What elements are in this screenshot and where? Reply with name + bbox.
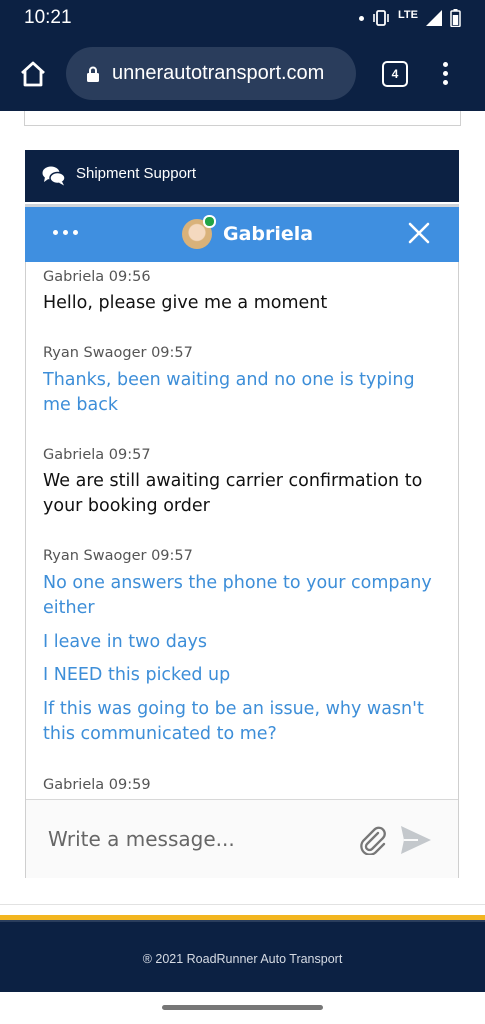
battery-icon bbox=[450, 9, 461, 27]
send-icon[interactable] bbox=[400, 825, 432, 855]
agent-name: Gabriela bbox=[223, 223, 314, 245]
message-composer: Write a message... bbox=[26, 799, 458, 878]
network-type: LTE bbox=[398, 9, 418, 21]
close-icon[interactable] bbox=[407, 221, 431, 245]
status-bar: 10:21 LTE bbox=[0, 0, 485, 36]
tab-switcher-button[interactable]: 4 bbox=[382, 61, 408, 87]
visitor-message: If this was going to be an issue, why wa… bbox=[43, 699, 424, 744]
message-list[interactable]: Gabriela 09:56 Hello, please give me a m… bbox=[43, 262, 443, 798]
support-title: Shipment Support bbox=[76, 165, 197, 182]
message-input[interactable]: Write a message... bbox=[48, 827, 235, 851]
agent-message: Hello, please give me a moment bbox=[43, 293, 328, 313]
message-meta: Gabriela 09:57 bbox=[43, 447, 151, 463]
url-text: unnerautotransport.com bbox=[112, 62, 325, 84]
online-status-icon bbox=[203, 215, 216, 228]
copyright-text: ® 2021 RoadRunner Auto Transport bbox=[142, 952, 343, 966]
agent-avatar bbox=[182, 215, 216, 249]
visitor-message: I NEED this picked up bbox=[43, 665, 231, 685]
message-meta: Ryan Swaoger 09:57 bbox=[43, 548, 193, 564]
status-time: 10:21 bbox=[24, 7, 72, 28]
previous-section-edge bbox=[24, 111, 461, 126]
home-icon[interactable] bbox=[18, 59, 48, 89]
chat-header: Gabriela bbox=[25, 204, 459, 262]
browser-toolbar: unnerautotransport.com 4 bbox=[0, 36, 485, 111]
message-meta: Ryan Swaoger 09:57 bbox=[43, 345, 193, 361]
site-footer: ® 2021 RoadRunner Auto Transport bbox=[0, 920, 485, 992]
status-icons: LTE bbox=[359, 8, 461, 28]
vibrate-icon bbox=[373, 10, 389, 26]
chat-options-icon[interactable] bbox=[53, 230, 78, 235]
paperclip-icon[interactable] bbox=[358, 825, 388, 855]
message-meta: Gabriela 09:59 bbox=[43, 777, 151, 793]
system-nav-bar bbox=[0, 992, 485, 1024]
visitor-message: No one answers the phone to your company… bbox=[43, 573, 432, 618]
home-gesture-handle[interactable] bbox=[162, 1005, 323, 1010]
agent-message: We are still awaiting carrier confirmati… bbox=[43, 471, 423, 516]
address-bar[interactable]: unnerautotransport.com bbox=[66, 47, 356, 100]
visitor-message: Thanks, been waiting and no one is typin… bbox=[43, 370, 415, 415]
notification-dot-icon bbox=[359, 15, 365, 21]
message-meta: Gabriela 09:56 bbox=[43, 269, 151, 285]
signal-icon bbox=[426, 10, 442, 26]
lock-icon bbox=[87, 66, 99, 82]
browser-menu-icon[interactable] bbox=[443, 62, 449, 89]
shipment-support-header: Shipment Support bbox=[25, 150, 459, 202]
visitor-message: I leave in two days bbox=[43, 632, 208, 652]
chat-bubbles-icon bbox=[42, 166, 66, 186]
